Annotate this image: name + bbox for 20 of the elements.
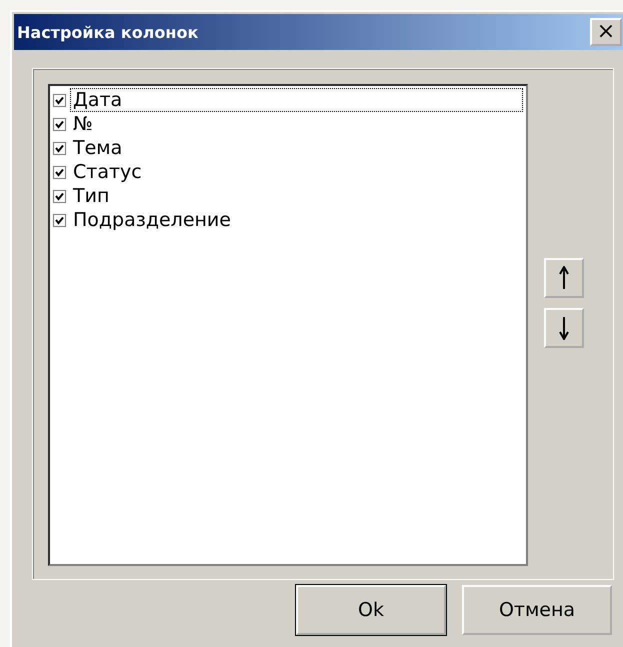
close-button[interactable]: ×	[590, 18, 622, 46]
dialog-button[interactable]: Ok	[296, 585, 446, 635]
column-item[interactable]: №	[70, 112, 96, 136]
checkbox[interactable]	[53, 214, 66, 226]
down-arrow-icon	[559, 316, 569, 340]
column-item[interactable]: Тема	[70, 136, 126, 160]
column-item[interactable]: Подразделение	[70, 208, 234, 232]
column-item[interactable]: Дата	[70, 88, 523, 112]
up-arrow-icon	[559, 266, 569, 290]
dialog-button[interactable]: Отмена	[462, 585, 612, 635]
checkbox[interactable]	[53, 118, 66, 130]
checkbox[interactable]	[53, 142, 66, 154]
move-up-button[interactable]	[544, 258, 584, 298]
move-down-button[interactable]	[544, 308, 584, 348]
checkbox[interactable]	[53, 190, 66, 202]
column-item[interactable]: Статус	[70, 160, 145, 184]
checkbox[interactable]	[53, 166, 66, 178]
window-title: Настройка колонок	[17, 22, 198, 42]
checkbox[interactable]	[53, 94, 66, 106]
column-item[interactable]: Тип	[70, 184, 112, 208]
